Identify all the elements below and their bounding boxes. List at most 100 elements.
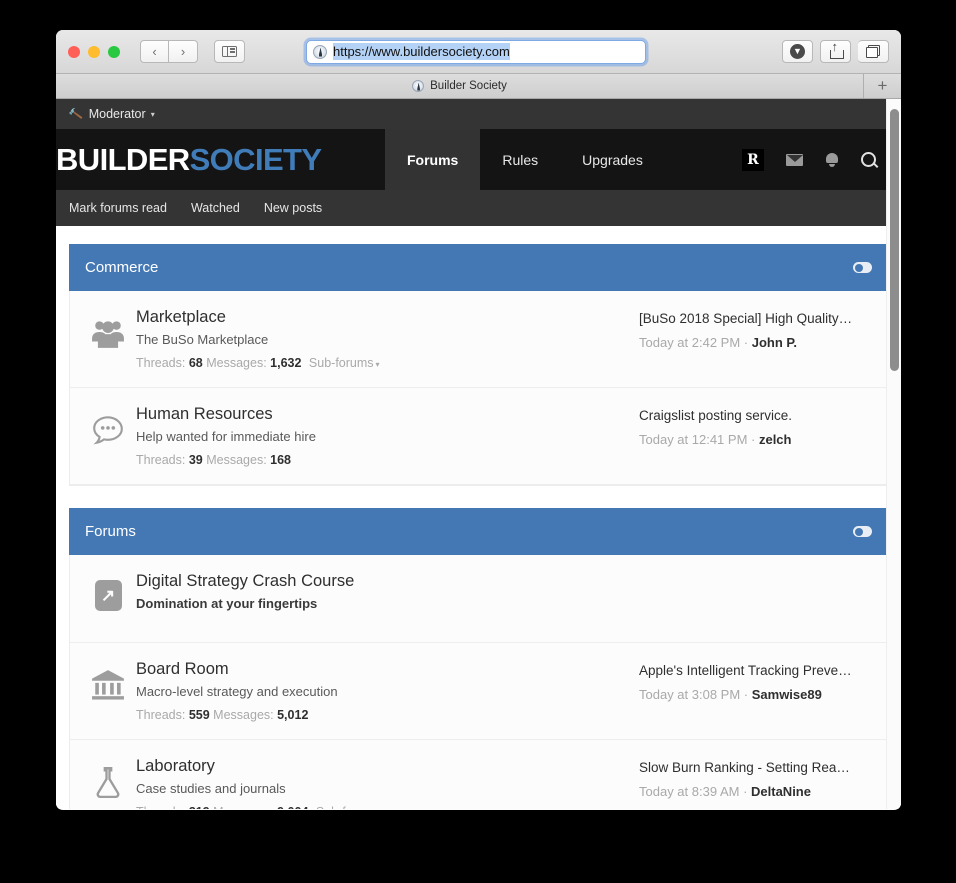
last-post-meta: Today at 3:08 PM · Samwise89: [639, 687, 822, 702]
share-button[interactable]: [820, 40, 851, 63]
forum-row[interactable]: ↗ Digital Strategy Crash Course Domination…: [70, 555, 887, 643]
forum-row[interactable]: Laboratory Case studies and journals Threa…: [70, 740, 887, 809]
threads-label: Threads:: [136, 356, 186, 370]
url-text[interactable]: https://www.buildersociety.com: [333, 43, 510, 60]
forum-title[interactable]: Board Room: [136, 660, 639, 679]
forum-info: Marketplace The BuSo Marketplace Threads: …: [136, 308, 639, 370]
last-post-cell: Craigslist posting service. Today at 12:4…: [639, 405, 871, 447]
messages-count: 1,632: [270, 356, 302, 370]
section-header: Commerce: [69, 244, 888, 291]
logo-text-builder: BUILDER: [56, 141, 190, 177]
nav-item-forums[interactable]: Forums: [385, 129, 480, 190]
subnav-watched[interactable]: Watched: [191, 201, 240, 215]
forward-button[interactable]: ›: [169, 40, 198, 63]
forum-info: Board Room Macro-level strategy and execu…: [136, 660, 639, 722]
bank-building-icon: [92, 670, 124, 700]
show-tabs-button[interactable]: [858, 40, 889, 63]
hammer-icon: 🔨: [68, 107, 84, 122]
last-post-time: Today at 2:42 PM: [639, 335, 741, 350]
forum-title[interactable]: Laboratory: [136, 757, 639, 776]
new-tab-button[interactable]: +: [864, 74, 901, 98]
tab-bar: Builder Society +: [56, 74, 901, 99]
chevron-left-icon: ‹: [152, 44, 157, 59]
last-post-author[interactable]: DeltaNine: [751, 784, 811, 799]
forum-icon-cell: [80, 660, 136, 702]
last-post-title[interactable]: Slow Burn Ranking - Setting Rea…: [639, 760, 871, 775]
download-icon: ▼: [790, 44, 805, 59]
messages-label: Messages:: [213, 708, 274, 722]
page-viewport: 🔨 Moderator ▾ BUILDERSOCIETY Forums Rule…: [56, 99, 901, 809]
bell-icon[interactable]: [825, 152, 839, 167]
forum-section: Forums ↗ Digital Strategy Crash Course Domi…: [69, 508, 888, 809]
last-post-time: Today at 8:39 AM: [639, 784, 740, 799]
forum-section: Commerce Marketplace The BuSo Marketplace T…: [69, 244, 888, 486]
forum-title[interactable]: Digital Strategy Crash Course: [136, 572, 639, 591]
last-post-author[interactable]: zelch: [759, 432, 792, 447]
sub-forums-link[interactable]: Sub-forums▾: [309, 356, 380, 370]
scrollbar-thumb[interactable]: [890, 109, 899, 371]
toolbar-right-actions: ▼: [782, 40, 889, 63]
messages-label: Messages:: [206, 453, 267, 467]
sub-forums-link[interactable]: Sub-forums▾: [316, 805, 387, 809]
threads-label: Threads:: [136, 805, 185, 809]
forum-info: Human Resources Help wanted for immediate…: [136, 405, 639, 467]
maximize-window-button[interactable]: [108, 45, 120, 58]
last-post-time: Today at 12:41 PM: [639, 432, 748, 447]
tab-builder-society[interactable]: Builder Society: [56, 74, 864, 98]
nav-item-rules[interactable]: Rules: [480, 129, 560, 190]
sub-nav: Mark forums read Watched New posts: [56, 190, 901, 226]
forum-stats: Threads: 319 Messages: 9,004 Sub-forums▾: [136, 805, 639, 809]
section-header: Forums: [69, 508, 888, 555]
back-button[interactable]: ‹: [140, 40, 169, 63]
tab-favicon-icon: [412, 80, 425, 92]
last-post-cell: Apple's Intelligent Tracking Preve… Today…: [639, 660, 871, 702]
minimize-window-button[interactable]: [88, 45, 100, 58]
forum-row[interactable]: Board Room Macro-level strategy and execu…: [70, 643, 887, 740]
threads-label: Threads:: [136, 453, 186, 467]
forum-icon-cell: ↗: [80, 572, 136, 611]
logo-text-society: SOCIETY: [189, 141, 322, 177]
speech-bubble-icon: [93, 416, 123, 445]
page-scrollbar[interactable]: [886, 99, 901, 809]
last-post-title[interactable]: [BuSo 2018 Special] High Quality…: [639, 311, 871, 326]
watch-toggle[interactable]: [853, 262, 872, 273]
threads-label: Threads:: [136, 708, 186, 722]
nav-item-upgrades[interactable]: Upgrades: [560, 129, 665, 190]
last-post-cell: Slow Burn Ranking - Setting Rea… Today at…: [639, 757, 871, 799]
watch-toggle[interactable]: [853, 526, 872, 537]
sidebar-icon: [222, 45, 237, 58]
sidebar-toggle-button[interactable]: [214, 40, 245, 63]
search-icon[interactable]: [861, 151, 877, 168]
forum-title[interactable]: Marketplace: [136, 308, 639, 327]
last-post-cell: [BuSo 2018 Special] High Quality… Today a…: [639, 308, 871, 350]
share-icon: [829, 40, 844, 59]
moderator-label: Moderator: [88, 107, 146, 121]
moderator-bar[interactable]: 🔨 Moderator ▾: [56, 99, 901, 129]
avatar[interactable]: R: [742, 148, 764, 171]
forum-title[interactable]: Human Resources: [136, 405, 639, 424]
last-post-author[interactable]: John P.: [752, 335, 797, 350]
forum-info: Digital Strategy Crash Course Domination …: [136, 572, 639, 620]
downloads-button[interactable]: ▼: [782, 40, 813, 63]
subnav-mark-forums-read[interactable]: Mark forums read: [69, 201, 167, 215]
site-logo[interactable]: BUILDERSOCIETY: [56, 129, 385, 190]
last-post-meta: Today at 12:41 PM · zelch: [639, 432, 792, 447]
last-post-meta: Today at 8:39 AM · DeltaNine: [639, 784, 811, 799]
last-post-meta: Today at 2:42 PM · John P.: [639, 335, 798, 350]
forum-icon-cell: [80, 405, 136, 447]
forum-row[interactable]: Human Resources Help wanted for immediate…: [70, 388, 887, 485]
last-post-time: Today at 3:08 PM: [639, 687, 741, 702]
envelope-icon[interactable]: [786, 153, 803, 166]
chevron-down-icon: ▾: [150, 109, 155, 119]
flask-icon: [96, 767, 120, 799]
messages-count: 168: [270, 453, 292, 467]
external-link-icon: ↗: [94, 580, 122, 611]
forum-row[interactable]: Marketplace The BuSo Marketplace Threads: …: [70, 291, 887, 388]
forum-list: Commerce Marketplace The BuSo Marketplace T…: [56, 226, 901, 809]
address-bar[interactable]: https://www.buildersociety.com: [306, 39, 646, 64]
last-post-author[interactable]: Samwise89: [752, 687, 822, 702]
last-post-title[interactable]: Apple's Intelligent Tracking Preve…: [639, 663, 871, 678]
subnav-new-posts[interactable]: New posts: [264, 201, 322, 215]
close-window-button[interactable]: [68, 45, 80, 58]
last-post-title[interactable]: Craigslist posting service.: [639, 408, 871, 423]
